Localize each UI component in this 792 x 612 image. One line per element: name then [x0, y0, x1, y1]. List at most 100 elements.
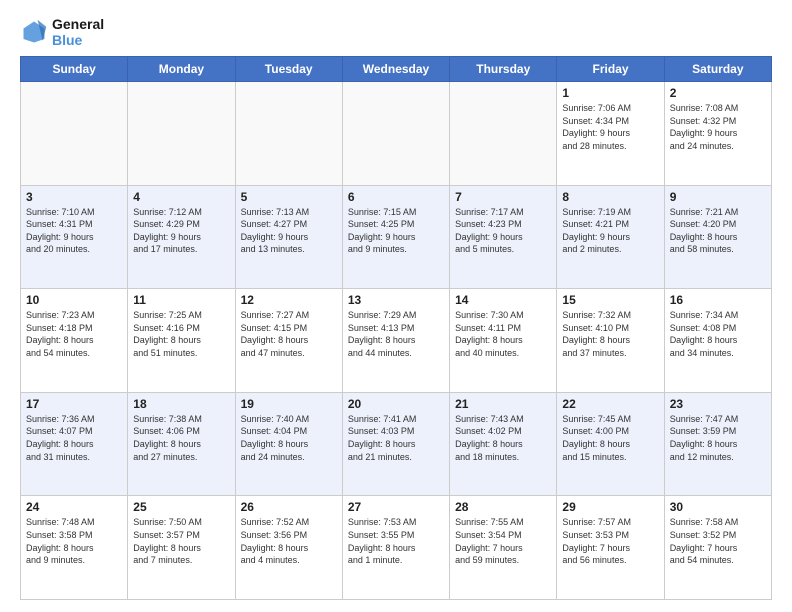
calendar-cell: 11 Sunrise: 7:25 AM Sunset: 4:16 PM Dayli… — [128, 289, 235, 393]
day-number: 3 — [26, 190, 122, 204]
weekday-header-wednesday: Wednesday — [342, 57, 449, 82]
day-info: Sunrise: 7:40 AM Sunset: 4:04 PM Dayligh… — [241, 413, 337, 463]
day-info: Sunrise: 7:53 AM Sunset: 3:55 PM Dayligh… — [348, 516, 444, 566]
day-number: 16 — [670, 293, 766, 307]
weekday-header-friday: Friday — [557, 57, 664, 82]
day-number: 1 — [562, 86, 658, 100]
calendar-cell: 1 Sunrise: 7:06 AM Sunset: 4:34 PM Daylig… — [557, 82, 664, 186]
day-info: Sunrise: 7:36 AM Sunset: 4:07 PM Dayligh… — [26, 413, 122, 463]
day-info: Sunrise: 7:48 AM Sunset: 3:58 PM Dayligh… — [26, 516, 122, 566]
calendar-cell: 10 Sunrise: 7:23 AM Sunset: 4:18 PM Dayli… — [21, 289, 128, 393]
day-info: Sunrise: 7:34 AM Sunset: 4:08 PM Dayligh… — [670, 309, 766, 359]
calendar-cell: 26Sunrise: 7:52 AM Sunset: 3:56 PM Dayli… — [235, 496, 342, 600]
calendar-cell: 22 Sunrise: 7:45 AM Sunset: 4:00 PM Dayli… — [557, 392, 664, 496]
day-info: Sunrise: 7:25 AM Sunset: 4:16 PM Dayligh… — [133, 309, 229, 359]
day-info: Sunrise: 7:45 AM Sunset: 4:00 PM Dayligh… — [562, 413, 658, 463]
day-info: Sunrise: 7:57 AM Sunset: 3:53 PM Dayligh… — [562, 516, 658, 566]
calendar-week-2: 3 Sunrise: 7:10 AM Sunset: 4:31 PM Daylig… — [21, 185, 772, 289]
day-info: Sunrise: 7:47 AM Sunset: 3:59 PM Dayligh… — [670, 413, 766, 463]
day-number: 17 — [26, 397, 122, 411]
weekday-header-thursday: Thursday — [450, 57, 557, 82]
calendar-cell: 20 Sunrise: 7:41 AM Sunset: 4:03 PM Dayli… — [342, 392, 449, 496]
calendar-table: SundayMondayTuesdayWednesdayThursdayFrid… — [20, 56, 772, 600]
logo-icon — [20, 18, 48, 46]
day-number: 11 — [133, 293, 229, 307]
calendar-cell — [235, 82, 342, 186]
day-info: Sunrise: 7:12 AM Sunset: 4:29 PM Dayligh… — [133, 206, 229, 256]
day-number: 21 — [455, 397, 551, 411]
day-number: 2 — [670, 86, 766, 100]
calendar-cell: 4 Sunrise: 7:12 AM Sunset: 4:29 PM Daylig… — [128, 185, 235, 289]
calendar-cell — [450, 82, 557, 186]
weekday-header-saturday: Saturday — [664, 57, 771, 82]
day-number: 13 — [348, 293, 444, 307]
calendar-cell: 27 Sunrise: 7:53 AM Sunset: 3:55 PM Dayli… — [342, 496, 449, 600]
day-info: Sunrise: 7:08 AM Sunset: 4:32 PM Dayligh… — [670, 102, 766, 152]
weekday-header-sunday: Sunday — [21, 57, 128, 82]
day-number: 27 — [348, 500, 444, 514]
calendar-week-4: 17 Sunrise: 7:36 AM Sunset: 4:07 PM Dayli… — [21, 392, 772, 496]
day-number: 14 — [455, 293, 551, 307]
calendar-cell — [128, 82, 235, 186]
day-number: 7 — [455, 190, 551, 204]
calendar-cell: 16 Sunrise: 7:34 AM Sunset: 4:08 PM Dayli… — [664, 289, 771, 393]
day-info: Sunrise: 7:38 AM Sunset: 4:06 PM Dayligh… — [133, 413, 229, 463]
logo-text: General Blue — [52, 16, 104, 48]
calendar-cell: 28Sunrise: 7:55 AM Sunset: 3:54 PM Dayli… — [450, 496, 557, 600]
calendar-cell: 30 Sunrise: 7:58 AM Sunset: 3:52 PM Dayli… — [664, 496, 771, 600]
calendar-cell: 23Sunrise: 7:47 AM Sunset: 3:59 PM Dayli… — [664, 392, 771, 496]
day-info: Sunrise: 7:13 AM Sunset: 4:27 PM Dayligh… — [241, 206, 337, 256]
calendar-cell: 2 Sunrise: 7:08 AM Sunset: 4:32 PM Daylig… — [664, 82, 771, 186]
calendar-week-5: 24 Sunrise: 7:48 AM Sunset: 3:58 PM Dayli… — [21, 496, 772, 600]
day-number: 8 — [562, 190, 658, 204]
calendar-cell: 24 Sunrise: 7:48 AM Sunset: 3:58 PM Dayli… — [21, 496, 128, 600]
calendar-cell — [342, 82, 449, 186]
day-info: Sunrise: 7:10 AM Sunset: 4:31 PM Dayligh… — [26, 206, 122, 256]
day-info: Sunrise: 7:21 AM Sunset: 4:20 PM Dayligh… — [670, 206, 766, 256]
calendar-cell: 29 Sunrise: 7:57 AM Sunset: 3:53 PM Dayli… — [557, 496, 664, 600]
logo: General Blue — [20, 16, 104, 48]
day-number: 12 — [241, 293, 337, 307]
day-number: 9 — [670, 190, 766, 204]
day-info: Sunrise: 7:23 AM Sunset: 4:18 PM Dayligh… — [26, 309, 122, 359]
weekday-header-monday: Monday — [128, 57, 235, 82]
day-info: Sunrise: 7:17 AM Sunset: 4:23 PM Dayligh… — [455, 206, 551, 256]
day-number: 10 — [26, 293, 122, 307]
day-info: Sunrise: 7:58 AM Sunset: 3:52 PM Dayligh… — [670, 516, 766, 566]
calendar-cell: 15 Sunrise: 7:32 AM Sunset: 4:10 PM Dayli… — [557, 289, 664, 393]
day-info: Sunrise: 7:32 AM Sunset: 4:10 PM Dayligh… — [562, 309, 658, 359]
day-info: Sunrise: 7:50 AM Sunset: 3:57 PM Dayligh… — [133, 516, 229, 566]
calendar-cell: 14Sunrise: 7:30 AM Sunset: 4:11 PM Dayli… — [450, 289, 557, 393]
calendar-cell: 9 Sunrise: 7:21 AM Sunset: 4:20 PM Daylig… — [664, 185, 771, 289]
calendar-cell: 3 Sunrise: 7:10 AM Sunset: 4:31 PM Daylig… — [21, 185, 128, 289]
calendar-week-3: 10 Sunrise: 7:23 AM Sunset: 4:18 PM Dayli… — [21, 289, 772, 393]
day-number: 25 — [133, 500, 229, 514]
day-number: 22 — [562, 397, 658, 411]
day-info: Sunrise: 7:52 AM Sunset: 3:56 PM Dayligh… — [241, 516, 337, 566]
calendar-cell: 21 Sunrise: 7:43 AM Sunset: 4:02 PM Dayli… — [450, 392, 557, 496]
weekday-header-row: SundayMondayTuesdayWednesdayThursdayFrid… — [21, 57, 772, 82]
calendar-cell: 7 Sunrise: 7:17 AM Sunset: 4:23 PM Daylig… — [450, 185, 557, 289]
day-number: 5 — [241, 190, 337, 204]
day-number: 15 — [562, 293, 658, 307]
calendar-cell: 19Sunrise: 7:40 AM Sunset: 4:04 PM Dayli… — [235, 392, 342, 496]
calendar-week-1: 1 Sunrise: 7:06 AM Sunset: 4:34 PM Daylig… — [21, 82, 772, 186]
day-info: Sunrise: 7:55 AM Sunset: 3:54 PM Dayligh… — [455, 516, 551, 566]
day-number: 24 — [26, 500, 122, 514]
day-info: Sunrise: 7:43 AM Sunset: 4:02 PM Dayligh… — [455, 413, 551, 463]
day-number: 20 — [348, 397, 444, 411]
day-number: 4 — [133, 190, 229, 204]
calendar-cell: 18 Sunrise: 7:38 AM Sunset: 4:06 PM Dayli… — [128, 392, 235, 496]
day-info: Sunrise: 7:06 AM Sunset: 4:34 PM Dayligh… — [562, 102, 658, 152]
day-number: 29 — [562, 500, 658, 514]
day-number: 18 — [133, 397, 229, 411]
calendar-cell: 5 Sunrise: 7:13 AM Sunset: 4:27 PM Daylig… — [235, 185, 342, 289]
day-info: Sunrise: 7:19 AM Sunset: 4:21 PM Dayligh… — [562, 206, 658, 256]
day-number: 6 — [348, 190, 444, 204]
calendar-cell: 17 Sunrise: 7:36 AM Sunset: 4:07 PM Dayli… — [21, 392, 128, 496]
day-info: Sunrise: 7:29 AM Sunset: 4:13 PM Dayligh… — [348, 309, 444, 359]
day-info: Sunrise: 7:41 AM Sunset: 4:03 PM Dayligh… — [348, 413, 444, 463]
calendar-cell: 13 Sunrise: 7:29 AM Sunset: 4:13 PM Dayli… — [342, 289, 449, 393]
day-number: 30 — [670, 500, 766, 514]
day-info: Sunrise: 7:27 AM Sunset: 4:15 PM Dayligh… — [241, 309, 337, 359]
